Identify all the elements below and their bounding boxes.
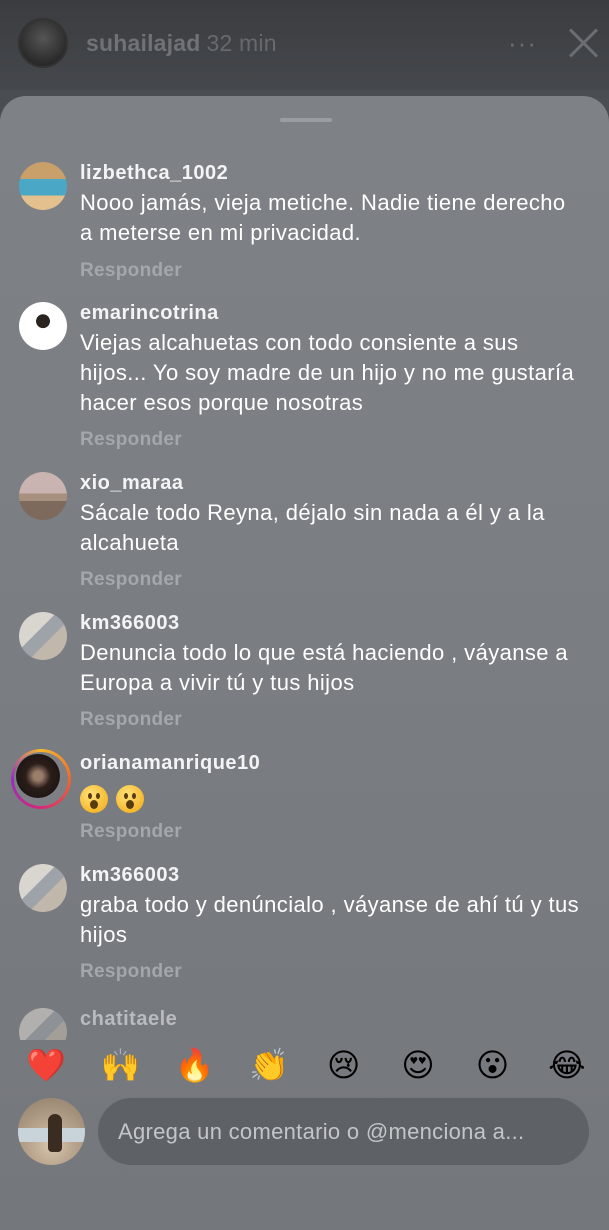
comment-item-partial: chatitaele bbox=[0, 1000, 609, 1040]
avatar[interactable] bbox=[19, 612, 67, 660]
sheet-grabber[interactable] bbox=[280, 118, 332, 122]
reply-button[interactable]: Responder bbox=[80, 961, 182, 983]
heart-eyes-emoji-icon[interactable]: 😍 bbox=[398, 1045, 438, 1085]
avatar bbox=[16, 754, 60, 798]
astonished-face-emoji-icon[interactable]: 😮 bbox=[473, 1045, 513, 1085]
comment-username[interactable]: orianamanrique10 bbox=[80, 752, 260, 775]
reply-button[interactable]: Responder bbox=[80, 569, 182, 591]
story-avatar[interactable] bbox=[18, 18, 68, 68]
avatar-story-ring[interactable] bbox=[11, 749, 71, 809]
avatar[interactable] bbox=[19, 302, 67, 350]
comments-sheet: lizbethca_1002 Nooo jamás, vieja metiche… bbox=[0, 96, 609, 1230]
comment-username[interactable]: km366003 bbox=[80, 612, 180, 635]
comment-text: Nooo jamás, vieja metiche. Nadie tiene d… bbox=[80, 190, 566, 245]
fire-emoji-icon[interactable]: 🔥 bbox=[175, 1045, 215, 1085]
astonished-face-emoji-icon bbox=[116, 785, 144, 814]
comment-username[interactable]: lizbethca_1002 bbox=[80, 162, 228, 185]
close-icon[interactable] bbox=[566, 24, 600, 58]
story-time: 32 min bbox=[206, 30, 277, 56]
quick-reactions-bar: ❤️ 🙌 🔥 👏 😢 😍 😮 😂 bbox=[0, 1036, 609, 1094]
comment-username[interactable]: chatitaele bbox=[80, 1008, 177, 1031]
tears-of-joy-emoji-icon[interactable]: 😂 bbox=[547, 1045, 587, 1085]
raising-hands-emoji-icon[interactable]: 🙌 bbox=[100, 1045, 141, 1085]
comment-emoji-text bbox=[80, 782, 580, 814]
avatar[interactable] bbox=[19, 472, 67, 520]
reply-button[interactable]: Responder bbox=[80, 429, 182, 451]
crying-face-emoji-icon[interactable]: 😢 bbox=[324, 1045, 364, 1085]
story-header: suhailajad 32 min ··· bbox=[0, 0, 609, 90]
story-username[interactable]: suhailajad bbox=[86, 30, 200, 56]
comment-username[interactable]: emarincotrina bbox=[80, 302, 219, 325]
reply-button[interactable]: Responder bbox=[80, 709, 182, 731]
story-username-line: suhailajad 32 min bbox=[86, 30, 277, 57]
reply-button[interactable]: Responder bbox=[80, 260, 182, 282]
comment-text: Sácale todo Reyna, déjalo sin nada a él … bbox=[80, 500, 545, 555]
avatar[interactable] bbox=[19, 864, 67, 912]
avatar[interactable] bbox=[19, 162, 67, 210]
comment-username[interactable]: xio_maraa bbox=[80, 472, 183, 495]
current-user-avatar bbox=[18, 1098, 85, 1165]
clapping-hands-emoji-icon[interactable]: 👏 bbox=[249, 1045, 289, 1085]
astonished-face-emoji-icon bbox=[80, 785, 108, 814]
more-options-icon[interactable]: ··· bbox=[508, 28, 537, 59]
comment-input[interactable] bbox=[98, 1098, 589, 1165]
heart-emoji-icon[interactable]: ❤️ bbox=[26, 1045, 66, 1085]
avatar-photo-figure bbox=[48, 1114, 62, 1152]
comment-text: graba todo y denúncialo , váyanse de ahí… bbox=[80, 892, 580, 947]
comment-username[interactable]: km366003 bbox=[80, 864, 180, 887]
comment-text: Denuncia todo lo que está haciendo , váy… bbox=[80, 640, 569, 695]
comment-text: Viejas alcahuetas con todo consiente a s… bbox=[80, 330, 575, 415]
reply-button[interactable]: Responder bbox=[80, 821, 182, 843]
